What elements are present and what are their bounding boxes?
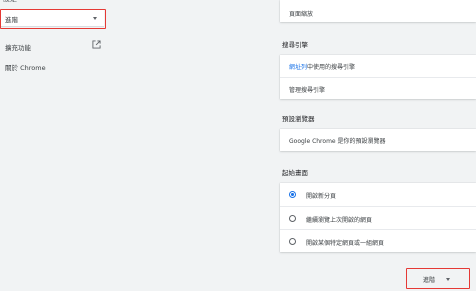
default-browser-row: Google Chrome 是你的預設瀏覽器	[280, 129, 476, 151]
search-engine-title: 搜尋引擎	[282, 41, 308, 49]
address-bar-link[interactable]: 網址列	[289, 64, 307, 71]
startup-option-label: 開啟新分頁	[306, 193, 337, 200]
sidebar-item-extensions[interactable]: 擴充功能	[5, 42, 31, 52]
highlight-box-advanced-button	[406, 268, 470, 289]
manage-search-engines-label: 管理搜尋引擎	[289, 87, 326, 94]
page-zoom-row[interactable]: 頁面縮放	[280, 0, 476, 22]
radio-button[interactable]	[289, 238, 296, 245]
sidebar-item-about-chrome[interactable]: 關於 Chrome	[5, 62, 46, 72]
default-browser-card: Google Chrome 是你的預設瀏覽器	[280, 129, 476, 151]
default-browser-title: 預設瀏覽器	[282, 115, 315, 123]
radio-button-selected[interactable]	[289, 191, 296, 198]
on-startup-title: 起始畫面	[282, 169, 308, 177]
default-browser-status: Google Chrome 是你的預設瀏覽器	[289, 138, 386, 145]
search-engine-used-text: 中使用的搜尋引擎	[307, 64, 356, 71]
highlight-box-dropdown	[0, 9, 106, 29]
settings-sidebar: 設定 進階 擴充功能 關於 Chrome	[0, 0, 120, 291]
search-engine-card: 網址列中使用的搜尋引擎 管理搜尋引擎	[280, 55, 476, 99]
startup-option-label: 開啟某個特定網頁或一組網頁	[306, 240, 385, 247]
page-zoom-label: 頁面縮放	[289, 11, 314, 18]
startup-option-specific-pages[interactable]: 開啟某個特定網頁或一組網頁	[280, 229, 476, 252]
startup-option-label: 繼續瀏覽上次開啟的網頁	[306, 217, 373, 224]
startup-option-continue[interactable]: 繼續瀏覽上次開啟的網頁	[280, 206, 476, 229]
appearance-card: 頁面縮放	[280, 0, 476, 22]
startup-option-new-tab[interactable]: 開啟新分頁	[280, 183, 476, 206]
sidebar-top-partial-label: 設定	[3, 0, 43, 3]
on-startup-card: 開啟新分頁 繼續瀏覽上次開啟的網頁 開啟某個特定網頁或一組網頁	[280, 183, 476, 252]
radio-button[interactable]	[289, 215, 296, 222]
search-engine-used-row: 網址列中使用的搜尋引擎	[280, 55, 476, 77]
open-in-new-icon[interactable]	[92, 40, 101, 49]
manage-search-engines-row[interactable]: 管理搜尋引擎	[280, 77, 476, 99]
